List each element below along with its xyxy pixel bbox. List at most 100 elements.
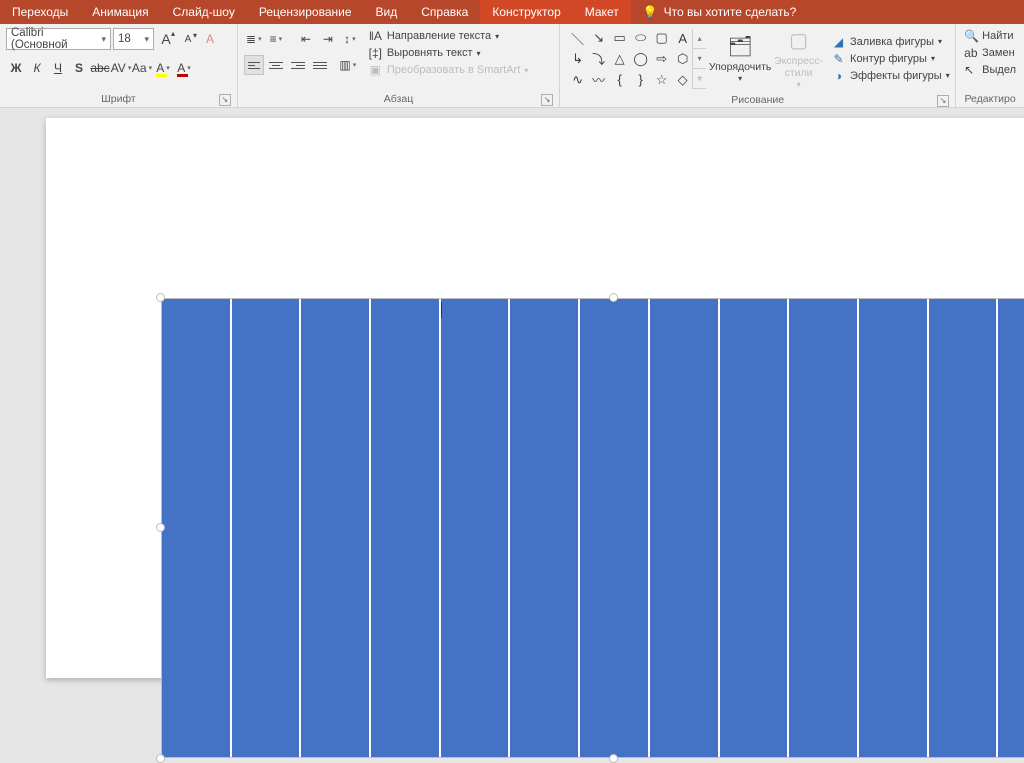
shape-elbow-icon[interactable]: ⤵ (590, 51, 607, 66)
tab-transitions[interactable]: Переходы (0, 0, 80, 24)
shapes-gallery[interactable]: ＼ ↘ ▭ ⬭ ▢ A ↳ ⤵ △ ◯ ⇨ ⬡ ∿ 〰 { } ☆ (568, 29, 692, 89)
shape-square-icon[interactable]: ▢ (653, 31, 670, 46)
columns-button[interactable]: ▥ (338, 55, 358, 75)
group-font: Calibri (Основной▾ 18▾ A▴ A▾ A Ж К Ч S a… (0, 24, 238, 107)
line-spacing-button[interactable]: ↕ (340, 29, 360, 49)
effects-icon: ◑ (831, 69, 846, 83)
shape-rect-icon[interactable]: ▭ (611, 31, 628, 46)
shape-triangle-icon[interactable]: △ (611, 51, 628, 66)
search-icon: 🔍 (964, 29, 978, 43)
tab-help[interactable]: Справка (409, 0, 480, 24)
arrange-button[interactable]: 🗂 Упорядочить▾ (712, 34, 768, 84)
resize-handle-bm[interactable] (609, 754, 618, 763)
ribbon-tabs: Переходы Анимация Слайд-шоу Рецензирован… (0, 0, 1024, 24)
group-editing: 🔍Найти abЗамен ↖Выдел Редактиро (956, 24, 1024, 107)
shape-brace-l-icon[interactable]: { (611, 72, 628, 87)
shape-effects-button[interactable]: ◑Эффекты фигуры ▾ (831, 69, 950, 83)
ribbon: Calibri (Основной▾ 18▾ A▴ A▾ A Ж К Ч S a… (0, 24, 1024, 108)
drawing-dialog-launcher[interactable]: ↘ (937, 95, 949, 107)
selection-frame (161, 298, 1024, 758)
font-name-combo[interactable]: Calibri (Основной▾ (6, 28, 111, 50)
shape-circle-icon[interactable]: ◯ (632, 51, 649, 66)
group-label-drawing: Рисование ↘ (564, 92, 951, 108)
tab-review[interactable]: Рецензирование (247, 0, 364, 24)
shape-rounded-rect-icon[interactable]: ⬭ (632, 31, 649, 46)
shape-callout-icon[interactable]: ◇ (674, 72, 691, 87)
find-button[interactable]: 🔍Найти (964, 29, 1016, 43)
slide[interactable] (46, 118, 1024, 678)
tab-layout-context[interactable]: Макет (573, 0, 631, 24)
gallery-up-button[interactable]: ▴ (693, 29, 706, 49)
shape-star-icon[interactable]: ☆ (653, 72, 670, 87)
font-color-button[interactable]: A (174, 58, 194, 78)
highlight-button[interactable]: A (153, 58, 173, 78)
tab-animations[interactable]: Анимация (80, 0, 160, 24)
shapes-gallery-scroll: ▴ ▾ ▿ (692, 29, 706, 89)
increase-indent-button[interactable]: ⇥ (318, 29, 338, 49)
font-size-combo[interactable]: 18▾ (113, 28, 154, 50)
group-label-font: Шрифт ↘ (4, 91, 233, 107)
clear-formatting-button[interactable]: A (200, 29, 220, 49)
outdent-icon: ⇤ (301, 32, 311, 46)
convert-smartart-button: ▣Преобразовать в SmartArt ▾ (368, 63, 528, 77)
underline-button[interactable]: Ч (48, 58, 68, 78)
resize-handle-bl[interactable] (156, 754, 165, 763)
tell-me-search[interactable]: 💡 Что вы хотите сделать? (631, 5, 809, 19)
char-spacing-button[interactable]: AV (111, 58, 131, 78)
grow-font-button[interactable]: A▴ (156, 29, 176, 49)
tab-design-context[interactable]: Конструктор (480, 0, 572, 24)
shape-arrow-icon[interactable]: ⇨ (653, 51, 670, 66)
align-text-button[interactable]: [‡]Выровнять текст ▾ (368, 46, 528, 60)
text-direction-button[interactable]: ‖AНаправление текста ▾ (368, 29, 528, 43)
shape-line-icon[interactable]: ＼ (569, 31, 586, 46)
font-name-value: Calibri (Основной (11, 27, 97, 51)
gallery-more-button[interactable]: ▿ (693, 69, 706, 89)
shape-brace-r-icon[interactable]: } (632, 72, 649, 87)
shape-line-arrow-icon[interactable]: ↘ (590, 31, 607, 46)
table-selection[interactable] (161, 298, 1024, 758)
bullets-button[interactable]: ≣ (244, 29, 264, 49)
lightbulb-icon: 💡 (643, 5, 658, 19)
group-label-editing: Редактиро (960, 91, 1020, 107)
numbering-button[interactable]: ≡ (266, 29, 286, 49)
pointer-icon: ↖ (964, 63, 978, 77)
align-center-button[interactable] (266, 55, 286, 75)
paragraph-dialog-launcher[interactable]: ↘ (541, 94, 553, 106)
strikethrough-button[interactable]: abc (90, 58, 110, 78)
indent-icon: ⇥ (323, 32, 333, 46)
resize-handle-tl[interactable] (156, 293, 165, 302)
tab-slideshow[interactable]: Слайд-шоу (161, 0, 247, 24)
align-justify-button[interactable] (310, 55, 330, 75)
group-paragraph: ≣ ≡ ⇤ ⇥ ↕ ▥ ‖AНаправление текста ▾ (238, 24, 560, 107)
text-shadow-button[interactable]: S (69, 58, 89, 78)
shape-connector-icon[interactable]: ↳ (569, 51, 586, 66)
shape-freeform-icon[interactable]: 〰 (590, 72, 607, 87)
tell-me-placeholder: Что вы хотите сделать? (664, 5, 797, 19)
align-text-icon: [‡] (368, 46, 383, 60)
font-dialog-launcher[interactable]: ↘ (219, 94, 231, 106)
numbering-icon: ≡ (270, 32, 277, 46)
shape-curve-icon[interactable]: ∿ (569, 72, 586, 87)
shrink-font-button[interactable]: A▾ (178, 29, 198, 49)
resize-handle-tm[interactable] (609, 293, 618, 302)
bold-button[interactable]: Ж (6, 58, 26, 78)
quick-styles-button: ▢ Экспресс-стили▾ (774, 28, 823, 90)
gallery-down-button[interactable]: ▾ (693, 49, 706, 69)
align-left-button[interactable] (244, 55, 264, 75)
align-right-button[interactable] (288, 55, 308, 75)
shape-textbox-icon[interactable]: A (674, 31, 691, 46)
shape-outline-button[interactable]: ✎Контур фигуры ▾ (831, 52, 950, 66)
replace-button[interactable]: abЗамен (964, 46, 1016, 60)
select-button[interactable]: ↖Выдел (964, 63, 1016, 77)
decrease-indent-button[interactable]: ⇤ (296, 29, 316, 49)
bullets-icon: ≣ (246, 32, 256, 46)
change-case-button[interactable]: Aa (132, 58, 152, 78)
shape-fill-button[interactable]: ◢Заливка фигуры ▾ (831, 35, 950, 49)
line-spacing-icon: ↕ (344, 32, 350, 46)
slide-canvas-area[interactable] (0, 108, 1024, 654)
resize-handle-ml[interactable] (156, 523, 165, 532)
shape-hexagon-icon[interactable]: ⬡ (674, 51, 691, 66)
quick-styles-icon: ▢ (784, 28, 814, 54)
italic-button[interactable]: К (27, 58, 47, 78)
tab-view[interactable]: Вид (364, 0, 410, 24)
